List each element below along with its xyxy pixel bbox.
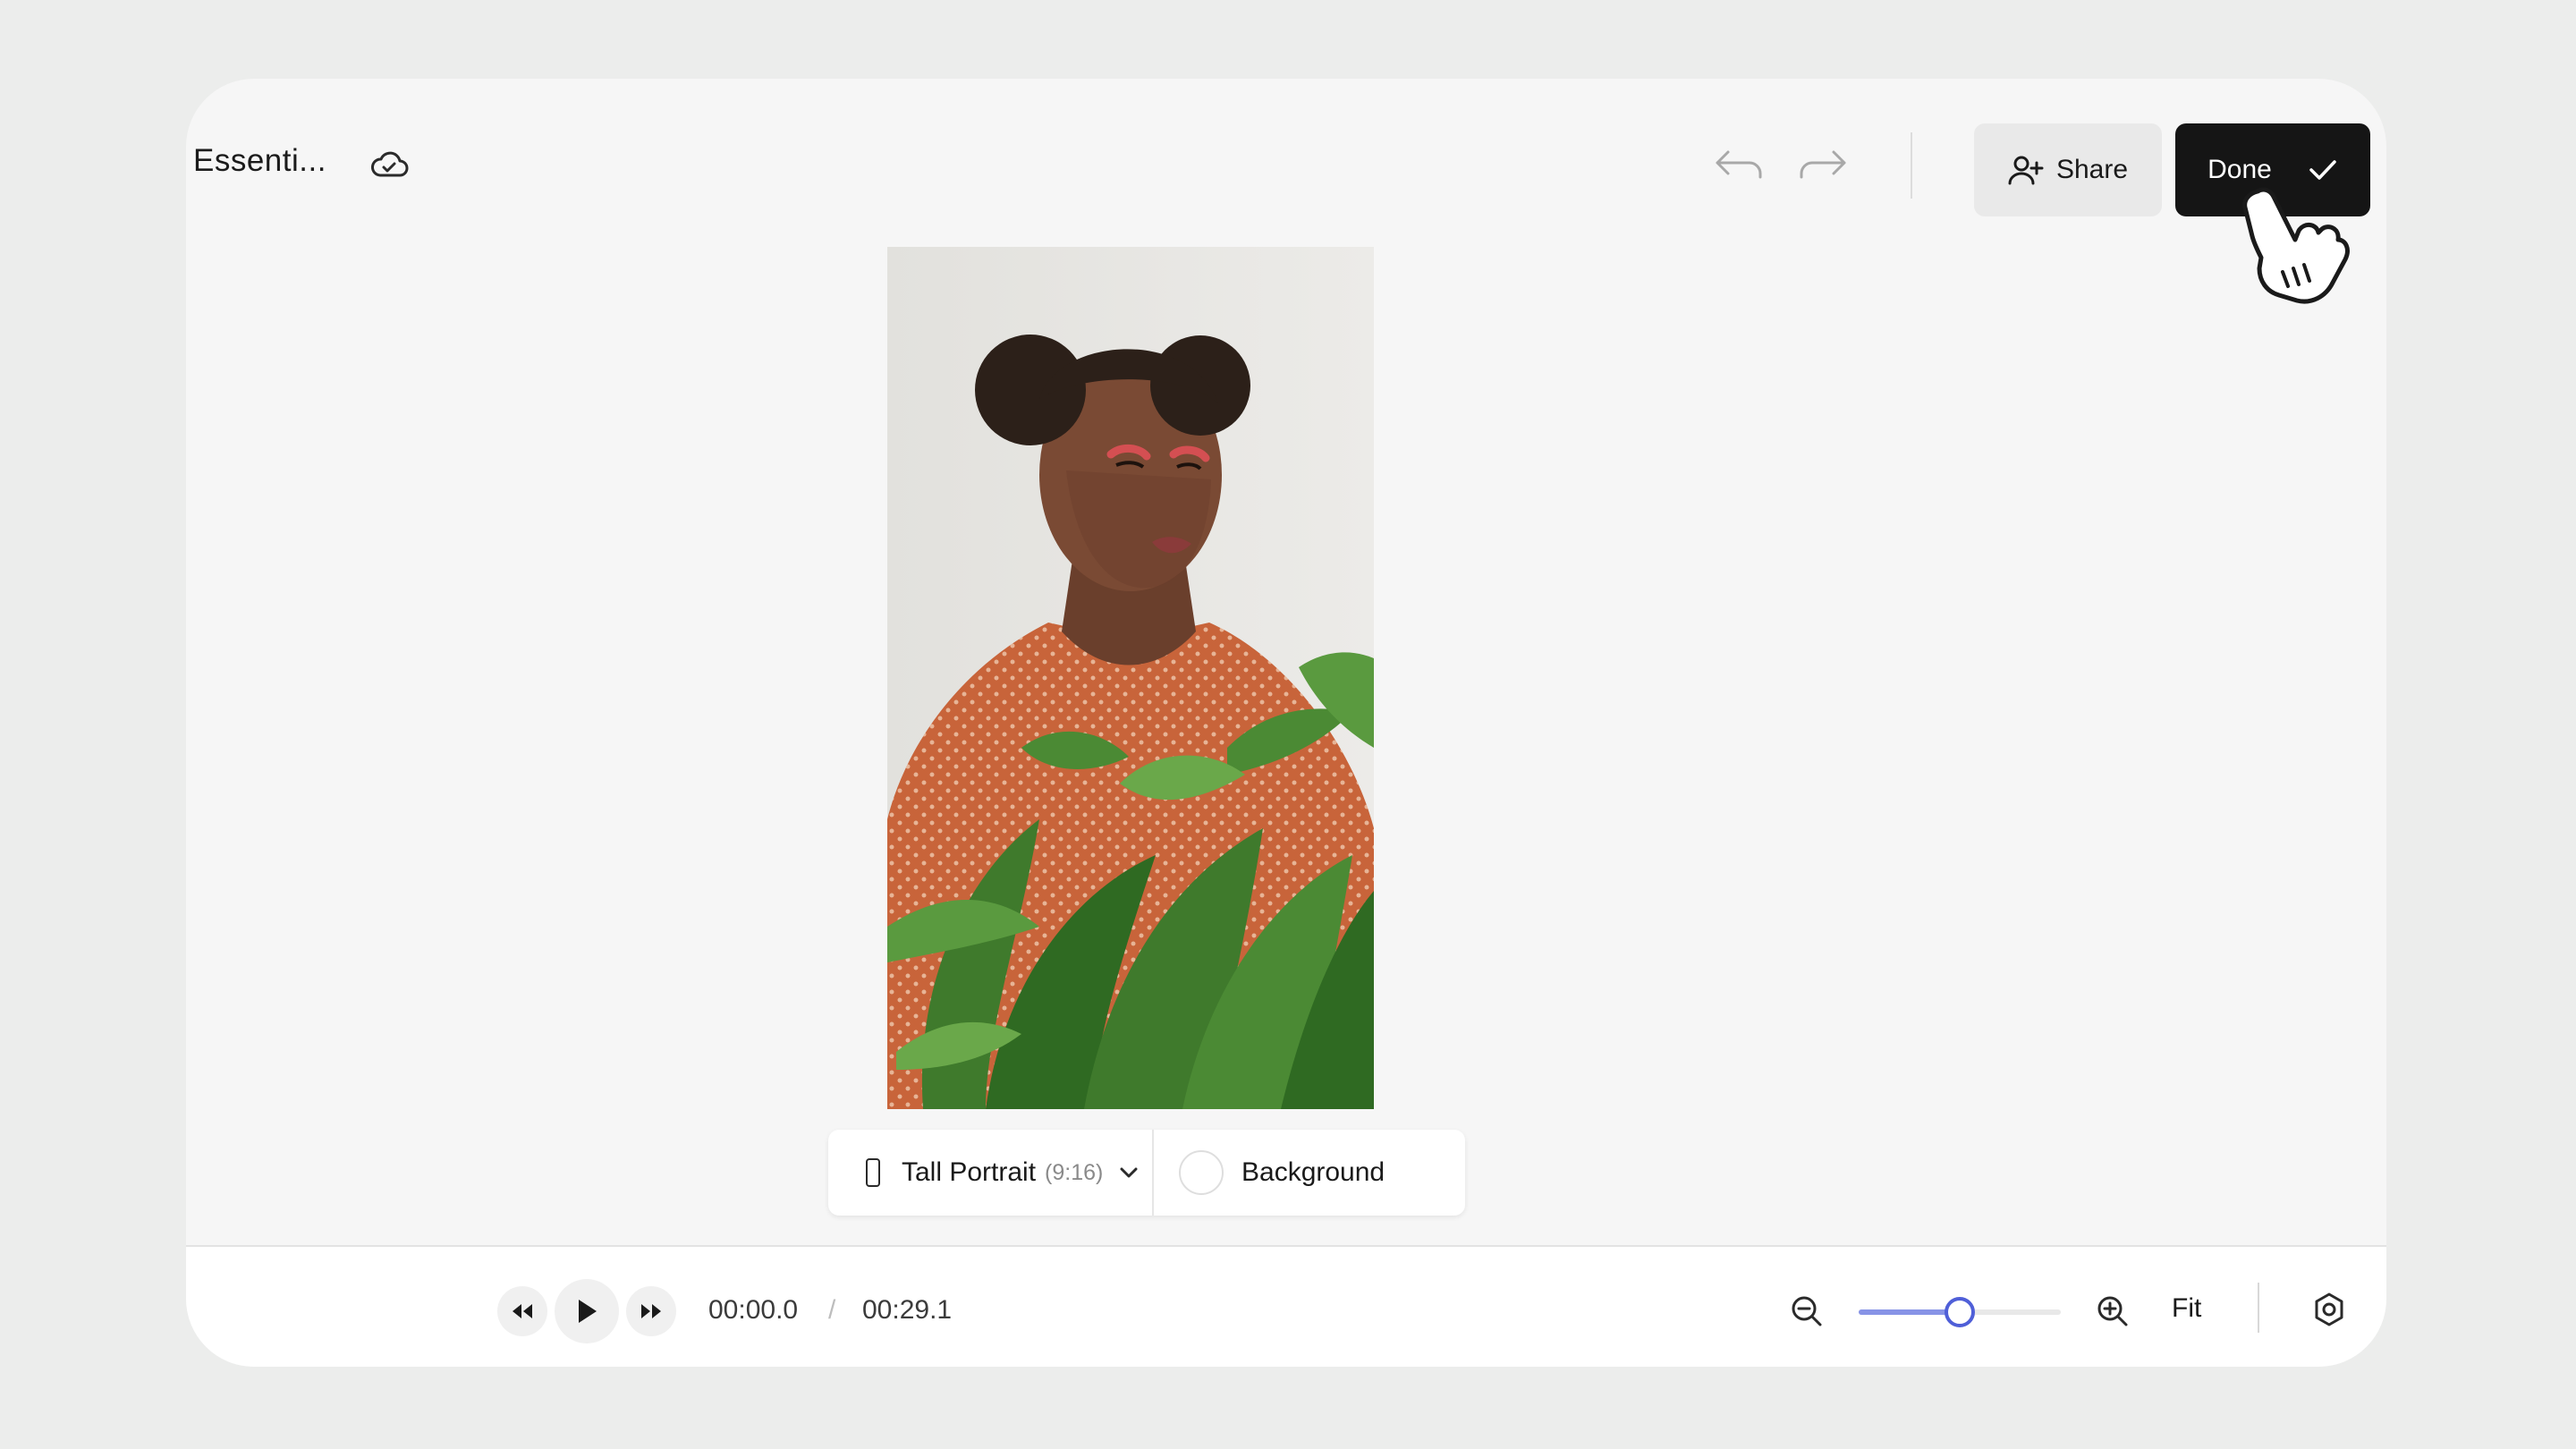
portrait-phone-icon	[866, 1158, 880, 1187]
aspect-label: Tall Portrait	[902, 1157, 1037, 1187]
rewind-icon	[513, 1304, 532, 1318]
canvas-format-bar: Tall Portrait (9:16) Background	[828, 1130, 1465, 1216]
share-label: Share	[2055, 155, 2129, 184]
aspect-ratio-value: (9:16)	[1045, 1159, 1104, 1185]
check-icon	[2309, 160, 2336, 180]
done-label: Done	[2207, 155, 2272, 184]
portrait-photo	[887, 247, 1374, 1109]
share-button[interactable]: Share	[1974, 123, 2162, 216]
play-icon	[579, 1300, 597, 1323]
play-button[interactable]	[555, 1279, 619, 1343]
editor-window: Essenti... Share Done Tall Portrait (9:1…	[186, 79, 2386, 1367]
zoom-slider-thumb[interactable]	[1945, 1297, 1975, 1327]
undo-icon[interactable]	[1714, 145, 1766, 184]
total-time: 00:29.1	[862, 1295, 953, 1325]
background-button[interactable]: Background	[1154, 1130, 1385, 1216]
background-label: Background	[1241, 1157, 1385, 1187]
zoom-in-icon[interactable]	[2095, 1293, 2131, 1329]
playback-bar: 00:00.0 / 00:29.1 Fit	[186, 1245, 2386, 1367]
current-time: 00:00.0	[708, 1295, 799, 1325]
rewind-button[interactable]	[497, 1286, 547, 1336]
background-color-swatch	[1179, 1150, 1224, 1195]
redo-icon[interactable]	[1796, 145, 1848, 184]
gear-icon[interactable]	[2311, 1292, 2347, 1327]
project-title[interactable]: Essenti...	[193, 143, 326, 179]
fast-forward-button[interactable]	[626, 1286, 676, 1336]
time-separator: /	[828, 1295, 836, 1325]
pointer-hand-icon	[2242, 187, 2350, 304]
chevron-down-icon	[1120, 1167, 1138, 1178]
zoom-out-icon[interactable]	[1789, 1293, 1825, 1329]
aspect-ratio-dropdown[interactable]: Tall Portrait (9:16)	[828, 1130, 1152, 1216]
toolbar-divider	[1911, 132, 1912, 199]
fast-forward-icon	[641, 1304, 661, 1318]
fit-button[interactable]: Fit	[2172, 1293, 2201, 1324]
zoom-slider[interactable]	[1859, 1297, 2061, 1327]
cloud-icon[interactable]	[369, 147, 410, 182]
video-preview[interactable]	[887, 247, 1374, 1109]
add-user-icon	[2008, 156, 2044, 185]
bottom-divider	[2258, 1283, 2259, 1333]
